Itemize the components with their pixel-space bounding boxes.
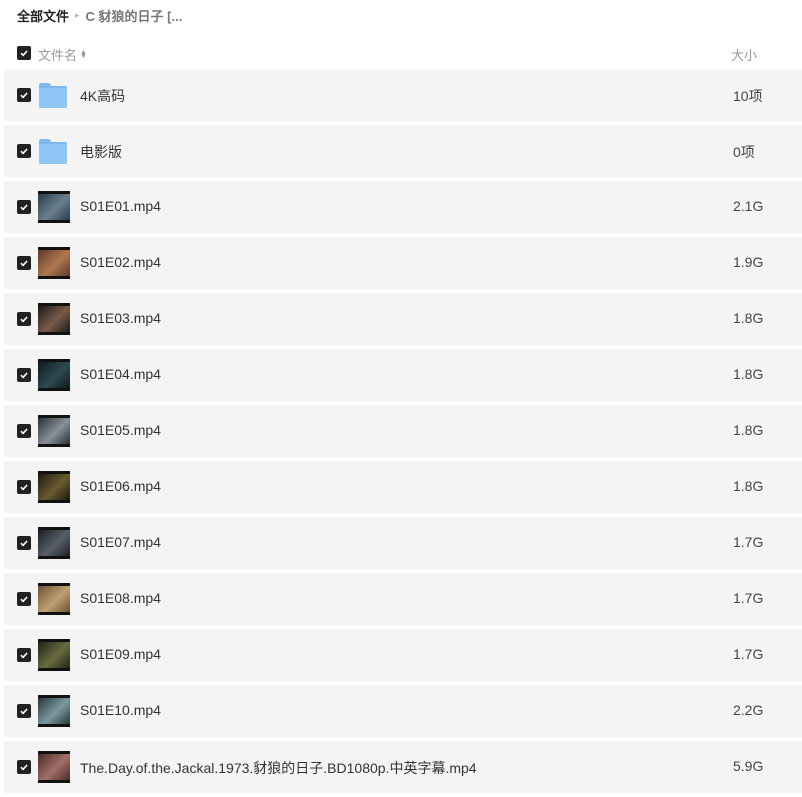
size-column-header[interactable]: 大小 xyxy=(731,45,757,64)
file-name[interactable]: S01E01.mp4 xyxy=(80,198,161,214)
file-row[interactable]: The.Day.of.the.Jackal.1973.豺狼的日子.BD1080p… xyxy=(4,741,802,793)
row-checkbox[interactable] xyxy=(17,592,31,606)
name-column-header[interactable]: 文件名 ▲ ▼ xyxy=(38,45,87,64)
file-row[interactable]: S01E08.mp4 1.7G xyxy=(4,573,802,625)
video-thumbnail xyxy=(38,695,70,727)
file-size: 1.9G xyxy=(733,254,764,270)
checkbox-checked-icon xyxy=(20,708,28,715)
file-name[interactable]: S01E08.mp4 xyxy=(80,590,161,606)
file-size: 1.7G xyxy=(733,646,764,662)
select-all-checkbox[interactable] xyxy=(17,46,31,60)
breadcrumb-root[interactable]: 全部文件 xyxy=(17,6,69,25)
checkbox-checked-icon xyxy=(20,260,28,267)
video-thumbnail xyxy=(38,191,70,223)
video-thumbnail xyxy=(38,247,70,279)
row-checkbox[interactable] xyxy=(17,200,31,214)
row-checkbox[interactable] xyxy=(17,424,31,438)
checkbox-checked-icon xyxy=(20,372,28,379)
row-checkbox[interactable] xyxy=(17,480,31,494)
file-name[interactable]: 4K高码 xyxy=(80,86,125,106)
folder-row[interactable]: 电影版 0项 xyxy=(4,125,802,177)
file-list: 4K高码 10项电影版 0项 S01E01.mp4 2.1G S01E02.mp4 1.9G… xyxy=(4,69,802,797)
folder-icon xyxy=(38,135,70,167)
checkbox-checked-icon xyxy=(20,764,28,771)
file-name[interactable]: S01E07.mp4 xyxy=(80,534,161,550)
file-name[interactable]: S01E02.mp4 xyxy=(80,254,161,270)
file-size: 1.8G xyxy=(733,422,764,438)
checkbox-checked-icon xyxy=(20,652,28,659)
file-row[interactable]: S01E02.mp4 1.9G xyxy=(4,237,802,289)
row-checkbox[interactable] xyxy=(17,312,31,326)
file-name[interactable]: S01E03.mp4 xyxy=(80,310,161,326)
file-size: 5.9G xyxy=(733,758,764,774)
file-row[interactable]: S01E03.mp4 1.8G xyxy=(4,293,802,345)
file-size: 1.8G xyxy=(733,366,764,382)
name-column-label: 文件名 xyxy=(38,48,78,63)
file-size: 2.2G xyxy=(733,702,764,718)
row-checkbox[interactable] xyxy=(17,256,31,270)
file-name[interactable]: S01E10.mp4 xyxy=(80,702,161,718)
file-row[interactable]: S01E01.mp4 2.1G xyxy=(4,181,802,233)
breadcrumb-current[interactable]: C 豺狼的日子 [... xyxy=(86,6,183,25)
checkbox-checked-icon xyxy=(20,316,28,323)
row-checkbox[interactable] xyxy=(17,760,31,774)
file-name[interactable]: S01E06.mp4 xyxy=(80,478,161,494)
video-thumbnail xyxy=(38,359,70,391)
file-size: 1.7G xyxy=(733,534,764,550)
video-thumbnail xyxy=(38,415,70,447)
row-checkbox[interactable] xyxy=(17,88,31,102)
file-row[interactable]: S01E06.mp4 1.8G xyxy=(4,461,802,513)
file-row[interactable]: S01E10.mp4 2.2G xyxy=(4,685,802,737)
file-size: 1.7G xyxy=(733,590,764,606)
row-checkbox[interactable] xyxy=(17,368,31,382)
checkbox-checked-icon xyxy=(20,92,28,99)
file-name[interactable]: S01E09.mp4 xyxy=(80,646,161,662)
file-row[interactable]: S01E05.mp4 1.8G xyxy=(4,405,802,457)
checkbox-checked-icon xyxy=(20,148,28,155)
breadcrumb: 全部文件 ▸ C 豺狼的日子 [... xyxy=(17,5,182,25)
file-size: 10项 xyxy=(733,88,763,104)
checkbox-checked-icon xyxy=(20,484,28,491)
file-size: 1.8G xyxy=(733,310,764,326)
file-name[interactable]: The.Day.of.the.Jackal.1973.豺狼的日子.BD1080p… xyxy=(80,758,477,778)
checkbox-checked-icon xyxy=(20,596,28,603)
video-thumbnail xyxy=(38,303,70,335)
video-thumbnail xyxy=(38,639,70,671)
file-size: 0项 xyxy=(733,144,755,160)
row-checkbox[interactable] xyxy=(17,704,31,718)
file-list-header: 文件名 ▲ ▼ 大小 xyxy=(0,38,802,68)
video-thumbnail xyxy=(38,527,70,559)
checkbox-checked-icon xyxy=(20,50,28,57)
sort-icon[interactable]: ▲ ▼ xyxy=(80,49,87,60)
checkbox-checked-icon xyxy=(20,428,28,435)
checkbox-checked-icon xyxy=(20,204,28,211)
file-row[interactable]: S01E04.mp4 1.8G xyxy=(4,349,802,401)
file-row[interactable]: S01E09.mp4 1.7G xyxy=(4,629,802,681)
folder-row[interactable]: 4K高码 10项 xyxy=(4,69,802,121)
row-checkbox[interactable] xyxy=(17,648,31,662)
video-thumbnail xyxy=(38,751,70,783)
row-checkbox[interactable] xyxy=(17,144,31,158)
breadcrumb-separator-icon: ▸ xyxy=(75,9,80,20)
file-name[interactable]: 电影版 xyxy=(80,142,122,162)
file-size: 2.1G xyxy=(733,198,764,214)
row-checkbox[interactable] xyxy=(17,536,31,550)
video-thumbnail xyxy=(38,471,70,503)
file-name[interactable]: S01E05.mp4 xyxy=(80,422,161,438)
checkbox-checked-icon xyxy=(20,540,28,547)
file-name[interactable]: S01E04.mp4 xyxy=(80,366,161,382)
file-size: 1.8G xyxy=(733,478,764,494)
video-thumbnail xyxy=(38,583,70,615)
file-row[interactable]: S01E07.mp4 1.7G xyxy=(4,517,802,569)
folder-icon xyxy=(38,79,70,111)
